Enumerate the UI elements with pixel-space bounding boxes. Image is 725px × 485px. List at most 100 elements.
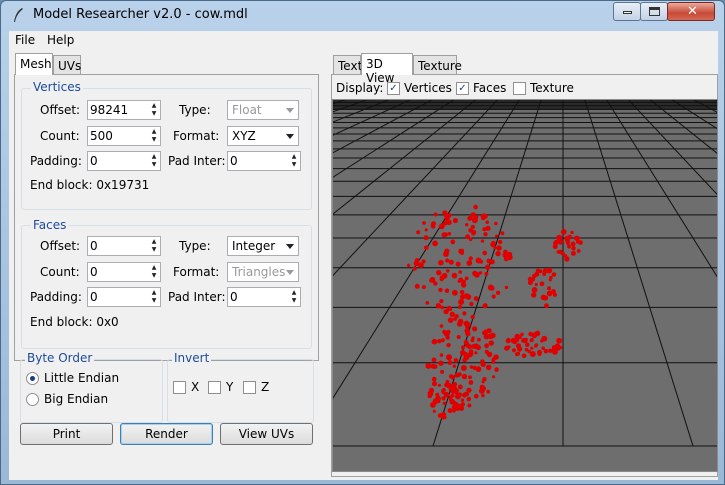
spin-arrows-icon[interactable]: ▲ ▼	[149, 289, 159, 305]
tab-uvs[interactable]: UVs	[53, 55, 81, 75]
faces-offset-input[interactable]: 0 ▲ ▼	[87, 236, 161, 256]
vertex-point	[571, 246, 576, 251]
tab-3d-view[interactable]: 3D View	[361, 53, 413, 85]
tab-text[interactable]: Text	[333, 55, 362, 75]
render-button[interactable]: Render	[120, 423, 213, 445]
vertex-point	[460, 350, 466, 356]
vertex-point	[512, 348, 516, 353]
vertex-point	[421, 259, 426, 264]
maximize-button[interactable]	[640, 2, 668, 21]
vertices-type-label: Type:	[179, 103, 211, 117]
vertex-point	[459, 385, 463, 389]
chevron-down-icon	[286, 270, 294, 275]
little-endian-label[interactable]: Little Endian	[44, 371, 119, 385]
vertex-point	[443, 251, 449, 257]
vertex-point	[481, 393, 485, 398]
invert-z-checkbox[interactable]	[243, 381, 256, 394]
spin-arrows-icon[interactable]: ▲ ▼	[149, 128, 159, 144]
vertices-padding-input[interactable]: 0 ▲ ▼	[87, 151, 161, 171]
vertex-point	[485, 264, 491, 270]
vertex-point	[446, 214, 451, 219]
tab-mesh[interactable]: Mesh	[15, 53, 53, 75]
menu-help[interactable]: Help	[47, 33, 74, 47]
vertex-point	[495, 250, 501, 257]
vertex-point	[538, 269, 543, 274]
faces-group-label: Faces	[31, 218, 69, 232]
invert-x-checkbox[interactable]	[173, 381, 186, 394]
faces-offset-label: Offset:	[40, 239, 81, 253]
faces-format-label: Format:	[173, 265, 220, 279]
print-button[interactable]: Print	[20, 423, 113, 445]
spin-arrows-icon[interactable]: ▲ ▼	[289, 289, 299, 305]
vertex-point	[534, 343, 539, 347]
menu-file[interactable]: File	[15, 33, 35, 47]
little-endian-radio[interactable]	[26, 372, 39, 385]
vertex-point	[456, 335, 461, 339]
vertex-point	[506, 251, 513, 258]
vertex-point	[472, 326, 478, 332]
vertex-point	[534, 282, 538, 287]
spin-arrows-icon[interactable]: ▲ ▼	[149, 102, 159, 118]
spin-arrows-icon[interactable]: ▲ ▼	[149, 264, 159, 280]
vertices-display-label[interactable]: Vertices	[404, 81, 452, 95]
faces-padinter-label: Pad Inter:	[168, 290, 226, 304]
vertex-point	[451, 388, 455, 392]
texture-display-label[interactable]: Texture	[530, 81, 574, 95]
title-bar[interactable]: Model Researcher v2.0 - cow.mdl ✕	[1, 1, 724, 30]
faces-checkbox[interactable]: ✓	[456, 82, 469, 95]
vertex-point	[471, 230, 476, 236]
vertex-point	[531, 287, 538, 293]
vertex-point	[529, 338, 534, 342]
vertex-point	[431, 357, 437, 363]
spin-arrows-icon[interactable]: ▲ ▼	[289, 153, 299, 169]
tab-texture[interactable]: Texture	[413, 55, 462, 75]
spin-arrows-icon[interactable]: ▲ ▼	[149, 238, 159, 254]
faces-count-input[interactable]: 0 ▲ ▼	[87, 262, 161, 282]
faces-display-label[interactable]: Faces	[473, 81, 506, 95]
vertices-padinter-input[interactable]: 0 ▲ ▼	[227, 151, 301, 171]
minimize-button[interactable]	[613, 2, 641, 21]
vertex-point	[517, 346, 523, 352]
vertex-point	[504, 285, 509, 290]
vertex-point	[425, 301, 430, 305]
invert-z-label[interactable]: Z	[261, 380, 269, 394]
vertex-point	[525, 342, 530, 347]
vertex-point	[452, 364, 456, 368]
vertex-point	[435, 395, 441, 402]
vertex-point	[482, 213, 488, 219]
vertex-point	[481, 380, 485, 384]
big-endian-radio[interactable]	[26, 393, 39, 406]
3d-viewport[interactable]	[332, 99, 718, 472]
vertex-point	[504, 345, 510, 351]
vertex-point	[494, 367, 499, 372]
invert-y-checkbox[interactable]	[208, 381, 221, 394]
view-uvs-button[interactable]: View UVs	[220, 423, 313, 445]
texture-checkbox[interactable]	[513, 82, 526, 95]
close-button[interactable]: ✕	[667, 2, 715, 21]
vertex-point	[431, 376, 437, 382]
vertex-point	[440, 369, 445, 374]
3d-scene[interactable]	[333, 100, 717, 471]
vertex-point	[564, 235, 571, 242]
vertices-format-select[interactable]: XYZ	[227, 126, 299, 146]
big-endian-label[interactable]: Big Endian	[44, 392, 108, 406]
vertex-point	[474, 351, 478, 355]
vertex-point	[542, 272, 547, 276]
faces-count-label: Count:	[40, 265, 80, 279]
invert-y-label[interactable]: Y	[226, 380, 233, 394]
vertex-point	[444, 288, 450, 293]
faces-padding-label: Padding:	[30, 290, 82, 304]
vertex-point	[527, 349, 531, 354]
byte-order-group	[20, 359, 163, 423]
faces-padinter-input[interactable]: 0 ▲ ▼	[227, 287, 301, 307]
invert-x-label[interactable]: X	[191, 380, 199, 394]
spin-arrows-icon[interactable]: ▲ ▼	[149, 153, 159, 169]
faces-padding-input[interactable]: 0 ▲ ▼	[87, 287, 161, 307]
vertex-point	[570, 241, 576, 247]
faces-type-select[interactable]: Integer	[227, 236, 299, 256]
vertices-offset-input[interactable]: 98241 ▲ ▼	[87, 100, 161, 120]
vertex-point	[546, 290, 553, 297]
vertices-count-input[interactable]: 500 ▲ ▼	[87, 126, 161, 146]
vertex-point	[446, 354, 452, 361]
vertex-point	[472, 365, 477, 370]
